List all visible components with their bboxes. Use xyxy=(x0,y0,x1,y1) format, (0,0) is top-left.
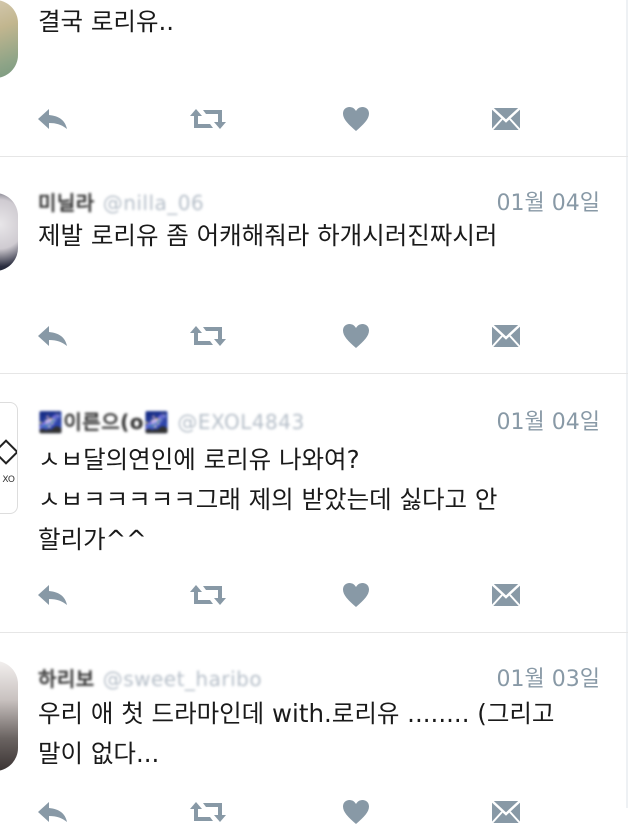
exo-logo-icon xyxy=(0,439,17,465)
message-button[interactable] xyxy=(486,319,526,353)
like-button[interactable] xyxy=(336,578,376,612)
heart-icon xyxy=(343,800,369,824)
envelope-icon xyxy=(491,107,521,131)
message-button[interactable] xyxy=(486,795,526,829)
tweet-header: 🌌이른으(o🌌 @EXOL4843 01월 04일 xyxy=(38,402,600,435)
tweet-handle[interactable]: 🌌이른으(o🌌 @EXOL4843 xyxy=(38,406,305,435)
tweet-header: 하리보 @sweet_haribo 01월 03일 xyxy=(38,659,600,692)
avatar[interactable] xyxy=(0,661,18,771)
retweet-button[interactable] xyxy=(188,578,228,612)
tweet-text: 우리 애 첫 드라마인데 with.로리유 ........ (그리고 말이 없… xyxy=(38,699,555,768)
tweet-actions xyxy=(0,102,628,136)
heart-icon xyxy=(343,324,369,348)
retweet-icon xyxy=(190,802,226,822)
envelope-icon xyxy=(491,583,521,607)
retweet-button[interactable] xyxy=(188,795,228,829)
tweet-item[interactable]: XO 🌌이른으(o🌌 @EXOL4843 01월 04일 ㅅㅂ달의연인에 로리유 … xyxy=(0,374,628,633)
reply-button[interactable] xyxy=(33,319,73,353)
tweet-header: 미닐라 @nilla_06 01월 04일 xyxy=(38,183,600,216)
tweet-text: 결국 로리유.. xyxy=(38,7,175,36)
tweet-text: 제발 로리유 좀 어캐해줘라 하개시러진짜시러 xyxy=(38,221,498,250)
envelope-icon xyxy=(491,324,521,348)
message-button[interactable] xyxy=(486,578,526,612)
retweet-icon xyxy=(190,326,226,346)
reply-icon xyxy=(38,585,67,605)
tweet-item[interactable]: 결국 로리유.. xyxy=(0,0,628,157)
heart-icon xyxy=(343,583,369,607)
tweet-date: 01월 03일 xyxy=(496,667,600,692)
like-button[interactable] xyxy=(336,795,376,829)
tweet-text: ㅅㅂ달의연인에 로리유 나와여? ㅅㅂㅋㅋㅋㅋㅋ그래 제의 받았는데 싫다고 안… xyxy=(38,445,498,554)
tweet-actions xyxy=(0,795,628,829)
reply-button[interactable] xyxy=(33,795,73,829)
tweet-item[interactable]: 하리보 @sweet_haribo 01월 03일 우리 애 첫 드라마인데 wi… xyxy=(0,633,628,824)
avatar[interactable] xyxy=(0,193,18,271)
reply-icon xyxy=(38,109,67,129)
heart-icon xyxy=(343,107,369,131)
like-button[interactable] xyxy=(336,319,376,353)
retweet-button[interactable] xyxy=(188,102,228,136)
tweet-item[interactable]: 미닐라 @nilla_06 01월 04일 제발 로리유 좀 어캐해줘라 하개시러… xyxy=(0,157,628,374)
reply-button[interactable] xyxy=(33,578,73,612)
reply-icon xyxy=(38,326,67,346)
message-button[interactable] xyxy=(486,102,526,136)
exo-logo-text: XO xyxy=(2,475,15,485)
tweet-actions xyxy=(0,578,628,612)
tweet-date: 01월 04일 xyxy=(496,191,600,216)
tweet-actions xyxy=(0,319,628,353)
avatar[interactable] xyxy=(0,0,18,78)
reply-icon xyxy=(38,802,67,822)
tweet-handle[interactable]: 미닐라 @nilla_06 xyxy=(38,187,204,216)
retweet-icon xyxy=(190,585,226,605)
envelope-icon xyxy=(491,800,521,824)
tweet-handle[interactable]: 하리보 @sweet_haribo xyxy=(38,663,262,692)
retweet-icon xyxy=(190,109,226,129)
retweet-button[interactable] xyxy=(188,319,228,353)
avatar[interactable]: XO xyxy=(0,402,18,514)
like-button[interactable] xyxy=(336,102,376,136)
reply-button[interactable] xyxy=(33,102,73,136)
tweet-date: 01월 04일 xyxy=(496,410,600,435)
